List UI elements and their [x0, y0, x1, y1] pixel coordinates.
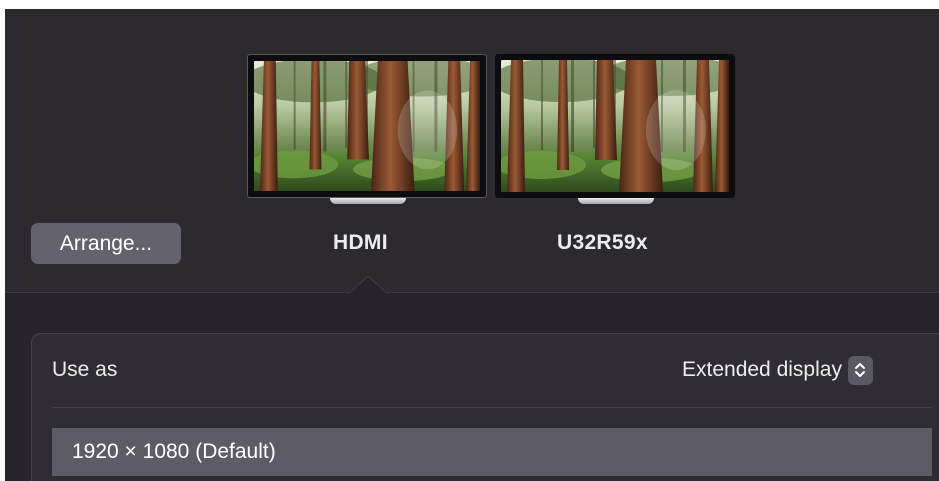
- display-thumbnail-u32r59x[interactable]: [495, 54, 735, 206]
- use-as-row: Use as Extended display: [32, 334, 932, 406]
- monitor-stand: [330, 198, 406, 204]
- use-as-popup[interactable]: Extended display: [682, 354, 873, 386]
- display-name-hdmi[interactable]: HDMI: [333, 231, 388, 255]
- display-settings-card: Use as Extended display 1920 × 1080 (Def…: [31, 333, 939, 481]
- monitor-bezel: [495, 54, 735, 198]
- display-name-u32r59x[interactable]: U32R59x: [557, 231, 648, 255]
- wallpaper-preview: [501, 60, 729, 192]
- displays-settings-window: Arrange... HDMI U32R59x Use as Extended …: [5, 9, 939, 481]
- display-thumbnail-hdmi[interactable]: [247, 54, 487, 206]
- up-down-chevron-icon[interactable]: [847, 355, 873, 385]
- use-as-label: Use as: [52, 358, 118, 381]
- resolution-option-selected[interactable]: 1920 × 1080 (Default): [52, 428, 932, 476]
- use-as-value[interactable]: Extended display: [682, 358, 842, 382]
- row-divider: [52, 407, 932, 408]
- wallpaper-preview: [254, 61, 480, 191]
- arrange-button[interactable]: Arrange...: [31, 223, 181, 264]
- resolution-label: 1920 × 1080 (Default): [72, 440, 276, 463]
- monitor-bezel: [247, 54, 487, 198]
- monitor-stand: [578, 198, 654, 204]
